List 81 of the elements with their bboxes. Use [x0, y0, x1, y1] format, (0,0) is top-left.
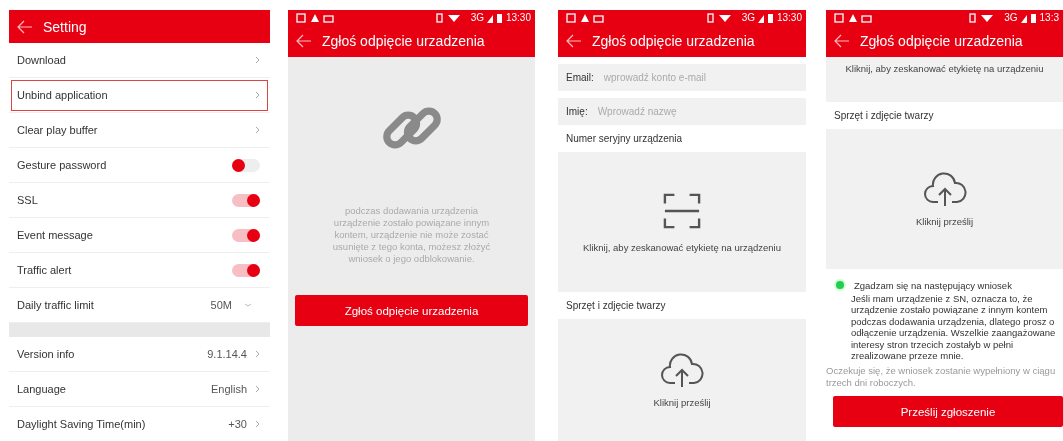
- settings-row[interactable]: Gesture password: [9, 148, 270, 183]
- settings-row[interactable]: Language English: [9, 372, 270, 407]
- scan-area[interactable]: Kliknij, aby zeskanować etykietę na urządzeniu: [558, 152, 806, 292]
- toggle-switch[interactable]: [232, 228, 260, 242]
- setting-label: Event message: [17, 229, 94, 241]
- battery-icon: [1020, 12, 1037, 23]
- setting-label: Clear play buffer: [17, 124, 99, 136]
- chevron-icon: [255, 420, 260, 428]
- chevron-icon: [255, 350, 260, 358]
- field-label: Email:: [558, 64, 594, 91]
- scan-hint: Kliknij, aby zeskanować etykietę na urządzeniu: [845, 63, 1044, 76]
- screen-title: Zgłoś odpięcie urzadzenia: [592, 33, 755, 49]
- network-label: 3G: [470, 12, 484, 23]
- field-label: Imię:: [558, 98, 588, 125]
- screen-title: Zgłoś odpięcie urzadzenia: [860, 33, 1023, 49]
- toggle-switch[interactable]: [232, 158, 260, 172]
- setting-label: Download: [17, 54, 67, 66]
- settings-row[interactable]: Traffic alert: [9, 253, 270, 288]
- consent-text: Jeśli mam urządzenie z SN, oznacza to, że urządzenie zostało powiązane z innym kontem podczas dodawania urządzenia, dlatego prosz o odłączenie urządzenia. Wszelkie zaangażowane interesy stron trzecich zostałyb w pełni zrealizowane przeze mnie.: [850, 293, 1057, 362]
- settings-row[interactable]: Version info 9.1.14.4: [9, 337, 270, 372]
- toggle-switch[interactable]: [232, 193, 260, 207]
- setting-label: Daylight Saving Time(min): [17, 418, 147, 430]
- setting-label: Gesture password: [17, 159, 108, 171]
- setting-label: Language: [17, 383, 67, 395]
- setting-label: Version info: [17, 348, 76, 360]
- setting-value: +30: [228, 418, 247, 430]
- notification-icons-drawing: [296, 12, 336, 23]
- chevron-icon: [255, 126, 260, 134]
- toggle-switch[interactable]: [232, 263, 260, 277]
- scan-icon: [663, 191, 701, 230]
- setting-value: English: [210, 383, 247, 395]
- cloud-upload-icon: [922, 171, 967, 208]
- setting-label: Traffic alert: [17, 264, 73, 276]
- section-label: Sprzęt i zdjęcie twarzy: [565, 299, 667, 313]
- screen-title: Setting: [43, 18, 87, 35]
- section-label: Sprzęt i zdjęcie twarzy: [833, 109, 935, 123]
- processing-note: Oczekuje się, że wniosek zostanie wypełniony w ciągu trzech dni roboczych.: [826, 365, 1057, 389]
- radio-button[interactable]: [834, 279, 846, 291]
- caret-icon: [244, 303, 252, 307]
- scan-hint: Kliknij, aby zeskanować etykietę na urządzeniu: [583, 241, 781, 253]
- setting-value: 9.1.14.4: [207, 348, 247, 360]
- submit-button[interactable]: Prześlij zgłoszenie: [833, 396, 1063, 428]
- network-label: 3G: [741, 12, 755, 23]
- upload-hint: Kliknij prześlij: [916, 215, 973, 227]
- input-field[interactable]: wprowadź konto e-mail: [593, 64, 806, 91]
- notification-icons-drawing: [834, 12, 874, 23]
- unbind-explanation: podczas dodawania urządzenia urządzenie zostało powiązane innym kontem, urządzenie nie może zostać usunięte z tego konta, możesz złożyć wniosek o jego odblokowanie.: [331, 205, 492, 265]
- notification-icons-drawing: [566, 12, 606, 23]
- settings-row[interactable]: Daylight Saving Time(min) +30: [9, 407, 270, 441]
- section-label: Numer seryjny urządzenia: [565, 132, 684, 146]
- setting-label: Daily traffic limit: [17, 299, 95, 311]
- battery-icon: [757, 12, 774, 23]
- settings-row[interactable]: Unbind application: [9, 78, 270, 113]
- clock-time: 13:30: [776, 12, 802, 23]
- input-field[interactable]: Wprowadź nazwę: [587, 98, 806, 125]
- chevron-icon: [255, 91, 260, 99]
- clock-time: 13:3: [1039, 12, 1059, 23]
- cloud-upload-icon: [660, 352, 704, 389]
- clock-time: 13:30: [505, 12, 531, 23]
- upload-hint: Kliknij prześlij: [653, 396, 711, 408]
- settings-row[interactable]: Event message: [9, 218, 270, 253]
- settings-row[interactable]: SSL: [9, 183, 270, 218]
- setting-value: 50M: [210, 299, 232, 311]
- back-arrow-icon[interactable]: [296, 34, 312, 48]
- battery-icon: [486, 12, 503, 23]
- scan-area[interactable]: Kliknij, aby zeskanować etykietę na urządzeniu: [826, 57, 1063, 102]
- upload-area[interactable]: Kliknij prześlij: [826, 129, 1063, 269]
- back-arrow-icon[interactable]: [566, 34, 582, 48]
- settings-row[interactable]: Download: [9, 43, 270, 78]
- chevron-icon: [255, 56, 260, 64]
- settings-row[interactable]: Clear play buffer: [9, 113, 270, 148]
- screen-title: Zgłoś odpięcie urzadzenia: [322, 33, 485, 49]
- chevron-icon: [255, 385, 260, 393]
- network-label: 3G: [1004, 12, 1018, 23]
- back-arrow-icon[interactable]: [17, 19, 33, 34]
- upload-area[interactable]: Kliknij prześlij: [558, 319, 806, 441]
- report-unbind-button[interactable]: Zgłoś odpięcie urzadzenia: [295, 295, 528, 327]
- consent-label: Zgadzam się na następujący wniosek: [854, 279, 1012, 291]
- setting-label: SSL: [17, 194, 39, 206]
- setting-label: Unbind application: [17, 89, 109, 101]
- back-arrow-icon[interactable]: [834, 34, 850, 48]
